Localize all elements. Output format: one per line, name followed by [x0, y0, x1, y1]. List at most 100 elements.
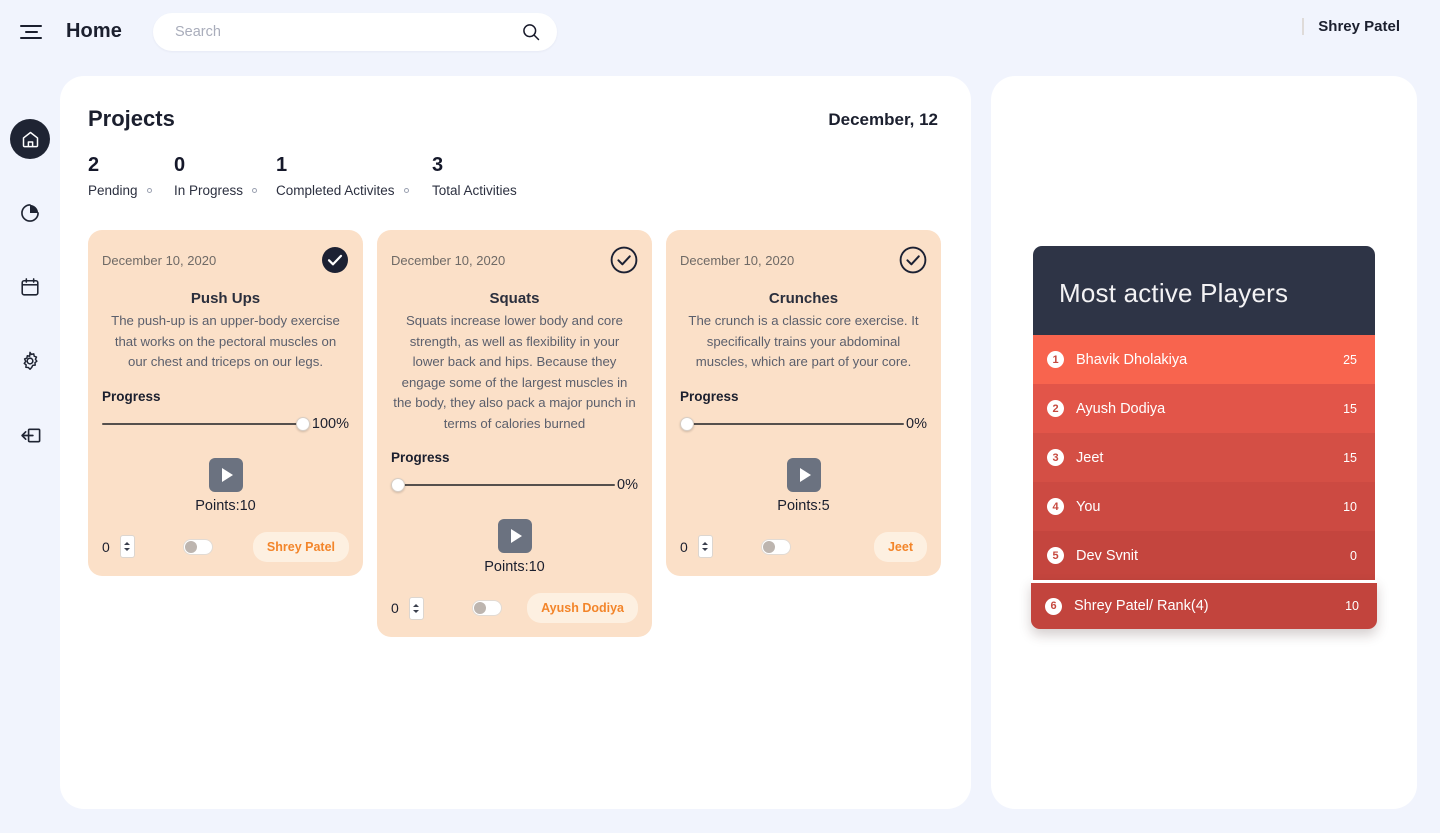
owner-badge[interactable]: Ayush Dodiya [527, 593, 638, 623]
activity-card: December 10, 2020 Crunches The crunch is… [666, 230, 941, 576]
leaderboard-row[interactable]: 5 Dev Svnit 0 [1033, 531, 1375, 580]
activity-toggle[interactable] [182, 538, 213, 555]
player-score: 15 [1343, 401, 1357, 416]
progress-value: 0% [906, 415, 927, 432]
chevron-up-icon[interactable] [702, 542, 709, 545]
play-icon [510, 529, 522, 543]
sidebar-item-logout[interactable] [10, 415, 50, 455]
chevron-up-icon[interactable] [413, 603, 420, 607]
search-input[interactable] [152, 12, 557, 51]
card-title: Push Ups [190, 290, 261, 307]
stat-completed: 1 Completed Activites [276, 152, 432, 200]
count-value: 0 [391, 600, 399, 616]
progress-slider[interactable] [102, 416, 310, 431]
rank-badge: 6 [1045, 597, 1062, 615]
quantity-stepper[interactable] [119, 535, 135, 558]
slider-thumb[interactable] [295, 416, 310, 431]
rank-badge: 3 [1047, 449, 1064, 466]
toggle-knob [184, 540, 197, 553]
sidebar-item-home[interactable] [10, 119, 50, 159]
hamburger-icon[interactable] [18, 20, 44, 44]
gear-icon [23, 351, 38, 370]
sidebar [0, 63, 60, 833]
leaderboard-row[interactable]: 4 You 10 [1033, 482, 1375, 531]
sidebar-item-calendar[interactable] [10, 267, 50, 307]
leaderboard-row-current-user[interactable]: 6 Shrey Patel/ Rank(4) 10 [1031, 580, 1377, 629]
chevron-down-icon[interactable] [413, 609, 420, 613]
top-bar: Home Shrey Patel [0, 0, 1440, 63]
progress-slider-row: 0% [391, 477, 638, 493]
stat-value: 0 [174, 154, 186, 176]
leaderboard: Most active Players 1 Bhavik Dholakiya 2… [1031, 246, 1377, 629]
play-icon [799, 467, 811, 482]
separator-dot-icon [146, 188, 152, 193]
points-value: Points:5 [777, 497, 830, 514]
slider-track [391, 484, 616, 486]
search-box[interactable] [152, 12, 557, 51]
play-button[interactable] [497, 519, 532, 553]
stat-label: In Progress [174, 183, 244, 198]
leaderboard-row[interactable]: 2 Ayush Dodiya 15 [1033, 384, 1375, 433]
hamburger-line [24, 30, 38, 33]
stat-label: Total Activities [432, 183, 517, 198]
activity-cards: December 10, 2020 Push Ups The push-up i… [60, 200, 971, 637]
sidebar-item-settings[interactable] [10, 341, 50, 381]
play-area: Points:5 [680, 457, 927, 514]
play-button[interactable] [786, 457, 821, 492]
search-icon[interactable] [521, 22, 541, 42]
activity-toggle[interactable] [760, 538, 791, 555]
leaderboard-row[interactable]: 3 Jeet 15 [1033, 433, 1375, 482]
pie-chart-icon [21, 204, 39, 222]
progress-value: 100% [311, 415, 349, 432]
leaderboard-header: Most active Players [1033, 246, 1375, 335]
player-name: You [1076, 498, 1101, 515]
player-name: Shrey Patel/ Rank(4) [1074, 598, 1209, 614]
check-circle-icon[interactable] [610, 246, 638, 274]
card-description: The crunch is a classic core exercise. I… [688, 313, 919, 369]
play-area: Points:10 [102, 457, 349, 514]
card-date: December 10, 2020 [391, 252, 506, 268]
player-score: 10 [1345, 599, 1359, 613]
slider-thumb[interactable] [391, 478, 405, 492]
progress-slider[interactable] [680, 416, 905, 431]
progress-slider[interactable] [391, 478, 616, 492]
player-name: Ayush Dodiya [1076, 400, 1166, 417]
current-date: December, 12 [828, 110, 938, 129]
projects-title: Projects [88, 106, 175, 131]
sidebar-item-analytics[interactable] [10, 193, 50, 233]
card-header: December 10, 2020 [102, 246, 349, 274]
quantity-stepper[interactable] [697, 535, 713, 558]
leaderboard-row[interactable]: 1 Bhavik Dholakiya 25 [1033, 335, 1375, 384]
check-circle-icon[interactable] [321, 246, 349, 274]
check-circle-icon[interactable] [899, 246, 927, 274]
user-menu[interactable]: Shrey Patel [1302, 18, 1400, 35]
rank-badge: 2 [1047, 400, 1064, 417]
stat-value: 3 [432, 154, 444, 176]
toggle-knob [762, 540, 775, 553]
stat-pending: 2 Pending [88, 152, 174, 200]
owner-badge[interactable]: Shrey Patel [252, 531, 349, 562]
progress-label: Progress [102, 388, 161, 404]
card-header: December 10, 2020 [680, 246, 927, 274]
progress-label: Progress [391, 450, 450, 465]
chevron-down-icon[interactable] [702, 548, 709, 551]
chevron-up-icon[interactable] [124, 542, 131, 545]
stat-label: Completed Activites [276, 183, 395, 198]
player-name: Jeet [1076, 449, 1104, 466]
chevron-down-icon[interactable] [124, 548, 131, 551]
player-name: Bhavik Dholakiya [1076, 351, 1188, 368]
user-name: Shrey Patel [1318, 18, 1400, 35]
play-button[interactable] [208, 457, 243, 492]
separator-dot-icon [403, 188, 409, 193]
card-footer: 0 Ayush Dodiya [391, 593, 638, 623]
hamburger-line [20, 36, 42, 39]
player-score: 10 [1343, 499, 1357, 514]
projects-panel: Projects December, 12 2 Pending 0 In Pro… [60, 76, 971, 809]
owner-badge[interactable]: Jeet [873, 531, 927, 562]
card-title: Squats [489, 290, 540, 307]
card-footer: 0 Jeet [680, 531, 927, 562]
slider-thumb[interactable] [680, 416, 694, 431]
quantity-stepper[interactable] [408, 596, 424, 620]
stat-label: Pending [88, 183, 138, 198]
activity-toggle[interactable] [471, 600, 502, 616]
